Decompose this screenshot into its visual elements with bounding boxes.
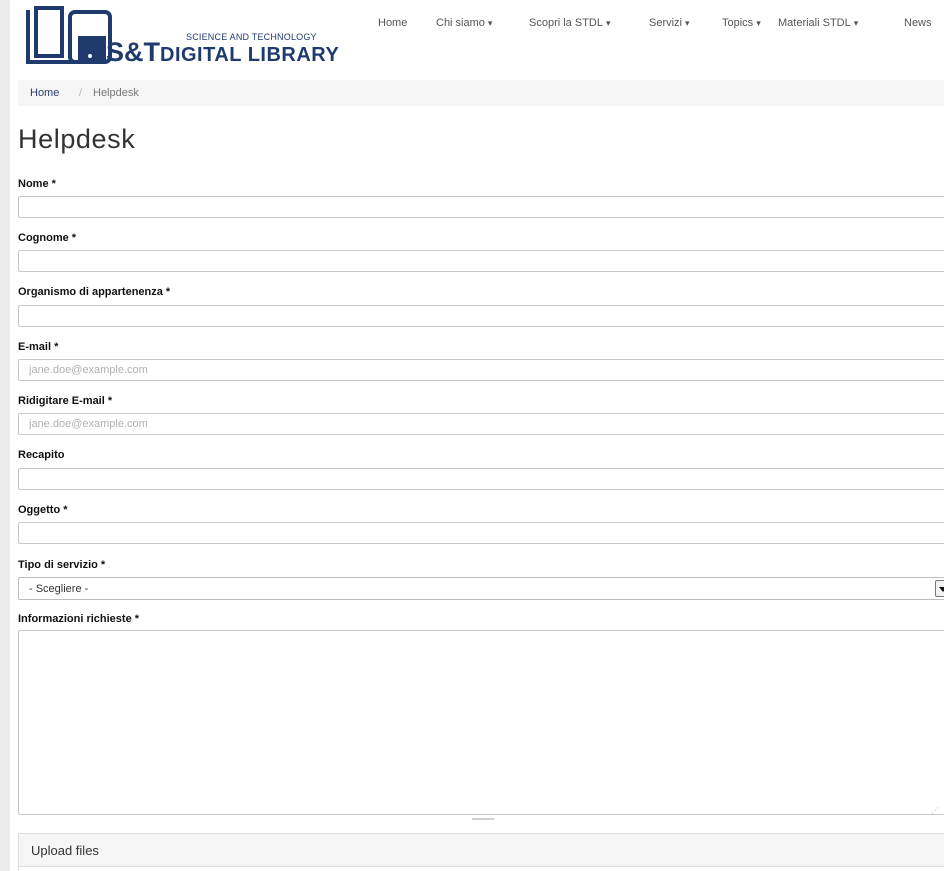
- page-title: Helpdesk: [18, 124, 136, 154]
- email-field[interactable]: [18, 359, 944, 381]
- chevron-down-icon: ▾: [756, 18, 761, 28]
- oggetto-label: Oggetto *: [18, 504, 68, 516]
- breadcrumb: Home / Helpdesk: [18, 80, 944, 106]
- textarea-resize-handle[interactable]: [472, 818, 494, 820]
- nav-label: News: [904, 17, 932, 29]
- chevron-down-icon: ▾: [605, 18, 611, 28]
- nav-item-scopri-la-stdl[interactable]: Scopri la STDL ▾: [529, 17, 611, 29]
- recapito-label: Recapito: [18, 449, 65, 461]
- nav-item-servizi[interactable]: Servizi ▾: [649, 17, 690, 29]
- nav-label: Scopri la STDL: [529, 17, 603, 29]
- breadcrumb-separator: /: [79, 87, 83, 99]
- tipo-servizio-selected: - Scegliere -: [29, 583, 89, 595]
- chevron-down-icon: ▾: [685, 18, 690, 28]
- nav-label: Chi siamo: [436, 17, 485, 29]
- tipo-servizio-label: Tipo di servizio *: [18, 559, 106, 571]
- informazioni-label: Informazioni richieste *: [18, 613, 140, 625]
- nav-item-topics[interactable]: Topics ▾: [722, 17, 761, 29]
- dropdown-arrow-icon[interactable]: [935, 580, 944, 597]
- organismo-field[interactable]: [18, 305, 944, 327]
- site-logo[interactable]: SCIENCE AND TECHNOLOGY S&TDIGITAL LIBRAR…: [18, 6, 348, 68]
- page: SCIENCE AND TECHNOLOGY S&TDIGITAL LIBRAR…: [10, 0, 944, 871]
- upload-files-panel: Upload files: [18, 833, 944, 871]
- logo-wordmark: S&TDIGITAL LIBRARY: [106, 37, 339, 68]
- chevron-down-icon: ▾: [487, 18, 493, 28]
- email-label: E-mail *: [18, 341, 59, 353]
- nav-label: Servizi: [649, 17, 683, 29]
- organismo-label: Organismo di appartenenza *: [18, 286, 171, 298]
- email-confirm-field[interactable]: [18, 413, 944, 435]
- breadcrumb-current: Helpdesk: [93, 87, 139, 99]
- cognome-field[interactable]: [18, 250, 944, 272]
- nav-label: Topics: [722, 17, 754, 29]
- upload-files-title: Upload files: [31, 843, 99, 858]
- cognome-label: Cognome *: [18, 232, 77, 244]
- library-book-icon: [26, 6, 112, 64]
- nav-label: Materiali STDL: [778, 17, 851, 29]
- nav-item-materiali-stdl[interactable]: Materiali STDL ▾: [778, 17, 858, 29]
- breadcrumb-home-link[interactable]: Home: [30, 80, 59, 106]
- resize-grip-icon[interactable]: ⋰: [931, 806, 939, 815]
- chevron-down-icon: ▾: [853, 18, 859, 28]
- logo-library: DIGITAL LIBRARY: [160, 44, 340, 66]
- informazioni-textarea[interactable]: [18, 630, 944, 815]
- tipo-servizio-select[interactable]: - Scegliere -: [18, 577, 944, 600]
- upload-files-heading[interactable]: Upload files: [19, 834, 944, 867]
- nome-field[interactable]: [18, 196, 944, 218]
- nav-item-home[interactable]: Home: [378, 17, 410, 29]
- nav-label: Home: [378, 17, 408, 29]
- nav-item-news[interactable]: News: [904, 17, 935, 29]
- nav-item-chi-siamo[interactable]: Chi siamo ▾: [436, 17, 492, 29]
- email-confirm-label: Ridigitare E-mail *: [18, 395, 113, 407]
- logo-brand: S&T: [106, 37, 160, 67]
- site-header: SCIENCE AND TECHNOLOGY S&TDIGITAL LIBRAR…: [10, 0, 944, 78]
- nome-label: Nome *: [18, 178, 56, 190]
- oggetto-field[interactable]: [18, 522, 944, 544]
- recapito-field[interactable]: [18, 468, 944, 490]
